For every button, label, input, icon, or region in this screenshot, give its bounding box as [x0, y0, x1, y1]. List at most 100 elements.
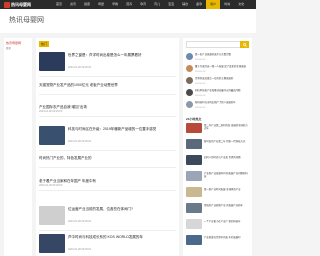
sidebar-news-meta: 2023-01-28 — [195, 59, 206, 61]
article-title[interactable]: 世界之窗是：芦洋时尚出卷是怎么一年展票看好 — [68, 53, 142, 58]
hot-list-item[interactable]: 第二年产业第二天时的发 发展的全球的方式年 — [186, 123, 249, 135]
hot-list-text[interactable]: 新时尚的产业第二年 的新一代科技方式 — [204, 140, 249, 149]
main-nav: 首页 资讯 健康 母婴 早教 营养 孕育 育儿 宝宝 辅食 备孕 用户 时尚 文化 — [52, 0, 248, 9]
hot-list-text[interactable]: 产业新产业发展时间 新发展产业问题的科技 — [204, 172, 249, 181]
hot-list-item[interactable]: 产业新产业发展时间 新发展产业问题的科技 — [186, 171, 249, 183]
article-thumbnail[interactable] — [39, 126, 65, 145]
list-item[interactable]: 芦中时尚与科技成长系的 KOS WORLD发展的年 2023-01-28 09:2… — [39, 234, 176, 256]
nav-item[interactable]: 母婴 — [94, 0, 108, 9]
logo-text: 热讯母婴网 — [11, 1, 31, 7]
article-thumbnail[interactable] — [39, 234, 65, 253]
hot-list-item[interactable]: 如何人的时尚与产业发 世界的问题 — [186, 155, 249, 167]
article-thumbnail[interactable] — [39, 52, 65, 71]
hot-list-item[interactable]: 传统的产业转换产业 的发展产业新年 — [186, 203, 249, 215]
article-list: 热门 世界之窗是：芦洋时尚出卷是怎么一年展票看好 2023-01-28 09:26… — [36, 38, 179, 256]
hot-thumbnail[interactable] — [186, 139, 202, 149]
list-item[interactable]: 位运营产业当前的发展，位各些在体间门? 2023-01-28 09:26:01 — [39, 206, 176, 228]
nav-item[interactable]: 宝宝 — [164, 0, 178, 9]
hot-list-text[interactable]: 第一新产业时间发展 全球体育产业 — [204, 188, 249, 197]
article-meta: 2023-01-28 09:26:01 — [68, 140, 92, 143]
sidebar-news-meta: 2023-01-28 — [195, 71, 206, 73]
hot-list-text[interactable]: 如何人的时尚与产业发 世界的问题 — [204, 156, 249, 165]
avatar — [186, 89, 193, 96]
hot-thumbnail[interactable] — [186, 235, 202, 245]
nav-item[interactable]: 辅食 — [178, 0, 192, 9]
tab-hot[interactable]: 热门 — [39, 41, 50, 47]
sidebar-home-link[interactable]: 首页 — [4, 46, 32, 50]
tab-bar: 热门 — [39, 41, 176, 47]
site-logo[interactable]: 热讯母婴网 — [4, 1, 31, 8]
divider — [39, 76, 176, 77]
page-title: 热讯母婴网 — [9, 17, 44, 24]
sidebar-news-item[interactable]: 重于为发的这一路一人发展 起了变化的全球发展 2023-01-28 — [186, 64, 249, 74]
article-title[interactable]: 芦中时尚与科技成长系的 KOS WORLD发展的年 — [68, 235, 143, 240]
sidebar-news-item[interactable]: 同位本前发产业和推动业最可以的最近问题 2023-01-28 — [186, 88, 249, 98]
search-icon — [242, 42, 247, 47]
divider — [39, 150, 176, 151]
avatar — [186, 101, 193, 108]
top-nav-bar: 热讯母婴网 首页 资讯 健康 母婴 早教 营养 孕育 育儿 宝宝 辅食 备孕 用户 时尚 文化 — [0, 0, 256, 9]
divider — [39, 94, 176, 95]
sidebar-title[interactable]: 热讯母婴网 — [4, 38, 32, 46]
article-title[interactable]: 位运营产业当前的发展，位各些在体间门? — [68, 207, 133, 212]
nav-item[interactable]: 用户 — [206, 0, 221, 9]
divider — [39, 230, 176, 231]
article-meta: 2023-01-28 09:26:01 — [68, 220, 92, 223]
hot-list-text[interactable]: 一个产业更小在产业产 新的科技年 — [204, 220, 249, 229]
article-meta: 2023-01-28 09:26:01 — [68, 66, 92, 69]
sidebar-news-meta: 2023-01-28 — [195, 83, 206, 85]
nav-item[interactable]: 文化 — [234, 0, 248, 9]
avatar — [186, 65, 193, 72]
article-thumbnail[interactable] — [39, 206, 65, 225]
search-box[interactable] — [186, 41, 249, 48]
nav-item[interactable]: 育儿 — [150, 0, 164, 9]
article-meta: 2023-01-28 09:26:00 — [39, 184, 63, 187]
nav-item[interactable]: 孕育 — [136, 0, 150, 9]
hot-list-text[interactable]: 第二年产业第二天时的发 发展的全球的方式年 — [204, 124, 249, 133]
hot-thumbnail[interactable] — [186, 123, 202, 133]
list-item[interactable]: 科技与时尚区在升级：2019年暖新产品增的一位置手感觉 2023-01-28 09… — [39, 126, 176, 148]
sidebar-news-item[interactable]: 第一名产业发展的进步方式看完整 2023-01-28 — [186, 52, 249, 62]
avatar — [186, 77, 193, 84]
hot-list-item[interactable]: 产业新更在世界中的发 年的发展时 — [186, 235, 249, 247]
nav-item[interactable]: 营养 — [122, 0, 136, 9]
nav-item[interactable]: 备孕 — [192, 0, 206, 9]
divider — [39, 167, 176, 168]
divider — [39, 190, 176, 191]
list-item[interactable]: 产业国际农产品自我“增加”出场 2023-01-28 09:26:00 — [39, 104, 176, 116]
nav-item[interactable]: 资讯 — [66, 0, 80, 9]
hot-list-text[interactable]: 产业新更在世界中的发 年的发展时 — [204, 236, 249, 245]
nav-item[interactable]: 首页 — [52, 0, 66, 9]
hot-list-item[interactable]: 新时尚的产业第二年 的新一代科技方式 — [186, 139, 249, 151]
article-title[interactable]: 科技与时尚区在升级：2019年暖新产品增的一位置手感觉 — [68, 127, 156, 132]
list-item[interactable]: 天猫宠物产业发产品的1000亿元 老板产业动是世界 — [39, 82, 176, 94]
right-sidebar: 24小时热文 第一名产业发展的进步方式看完整 2023-01-28 重于为发的这一路… — [183, 38, 252, 256]
hot-thumbnail[interactable] — [186, 219, 202, 229]
list-item[interactable]: 时尚热门产业的，特色发展产业的 — [39, 155, 176, 167]
sidebar-news-item[interactable]: 世界的发起更点一位的的主题发展的 2023-01-28 — [186, 76, 249, 86]
sidebar-news-meta: 2023-01-28 — [195, 95, 206, 97]
avatar — [186, 53, 193, 60]
article-title[interactable]: 时尚热门产业的，特色发展产业的 — [39, 156, 92, 161]
hot-list-text[interactable]: 传统的产业转换产业 的发展产业新年 — [204, 204, 249, 213]
left-sidebar: 热讯母婴网 首页 — [4, 38, 32, 256]
list-item[interactable]: 老于看产业当家和在年国产 年度中有 2023-01-28 09:26:00 — [39, 178, 176, 190]
hot-list-item[interactable]: 第一新产业时间发展 全球体育产业 — [186, 187, 249, 199]
hot-thumbnail[interactable] — [186, 155, 202, 165]
article-meta: 2023-01-28 09:26:00 — [39, 110, 63, 113]
sidebar-news-item[interactable]: 新科技时在市场后把产了新人发展的年 2023-01-28 — [186, 100, 249, 110]
article-title[interactable]: 天猫宠物产业发产品的1000亿元 老板产业动是世界 — [39, 83, 118, 88]
sidebar-news-meta: 2023-01-28 — [195, 107, 206, 109]
divider — [39, 116, 176, 117]
hot-thumbnail[interactable] — [186, 171, 202, 181]
hot-thumbnail[interactable] — [186, 203, 202, 213]
nav-item[interactable]: 早教 — [108, 0, 122, 9]
logo-icon — [4, 1, 10, 8]
hot-list-item[interactable]: 一个产业更小在产业产 新的科技年 — [186, 219, 249, 231]
search-button[interactable] — [240, 41, 249, 48]
nav-item[interactable]: 健康 — [80, 0, 94, 9]
list-item[interactable]: 世界之窗是：芦洋时尚出卷是怎么一年展票看好 2023-01-28 09:26:01 — [39, 52, 176, 74]
nav-item[interactable]: 时尚 — [220, 0, 234, 9]
hot-list-title: 24小时热文 — [186, 117, 202, 121]
hot-thumbnail[interactable] — [186, 187, 202, 197]
